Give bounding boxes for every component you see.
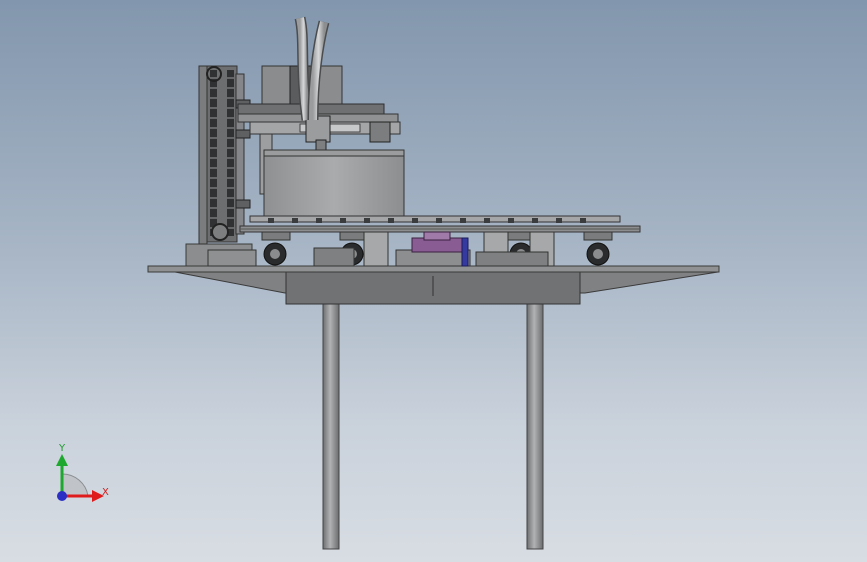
cad-graphics-viewport[interactable]: Y X — [0, 0, 867, 562]
y-axis-label: Y — [59, 443, 66, 454]
left-leg — [322, 302, 340, 550]
support-legs — [322, 302, 544, 550]
table-top — [147, 265, 720, 305]
table-plate — [147, 265, 720, 273]
vertical-chain-column — [185, 65, 253, 267]
x-axis-label: X — [102, 487, 109, 498]
right-leg — [526, 302, 544, 550]
machine-assembly-model[interactable] — [0, 0, 867, 562]
z-axis-origin-icon — [57, 491, 67, 501]
rail-supports — [207, 231, 555, 267]
drum-tank — [263, 149, 405, 217]
conveyor-rail — [239, 215, 641, 233]
